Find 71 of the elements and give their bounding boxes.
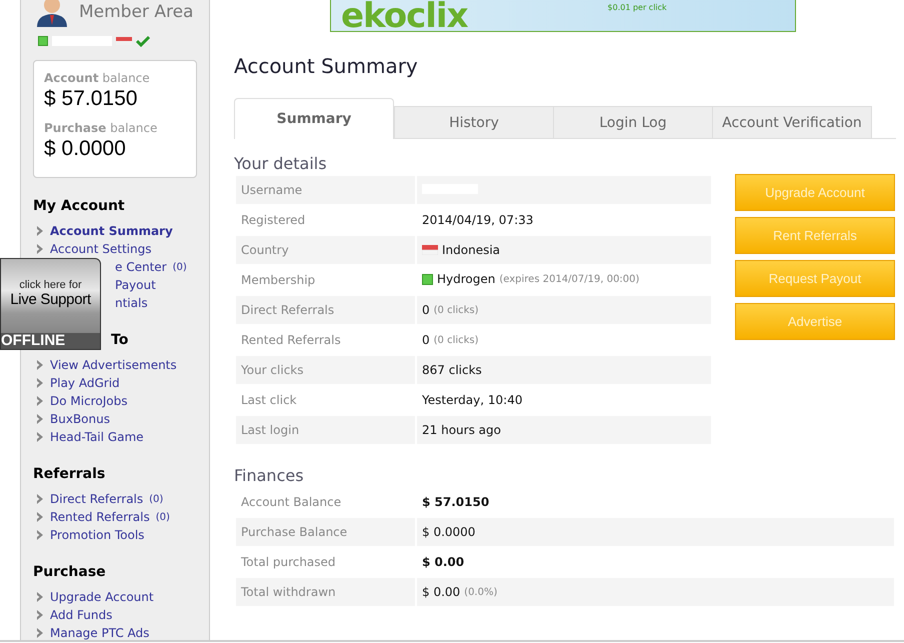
- sidebar-link[interactable]: Account Settings: [50, 242, 152, 256]
- field-value: $ 0.00: [422, 555, 464, 569]
- section-heading: Purchase: [33, 564, 107, 582]
- membership-icon: [422, 274, 433, 285]
- field-label: Your clicks: [236, 356, 415, 384]
- field-note: (0 clicks): [434, 334, 479, 346]
- sidebar-title: Member Area: [79, 2, 194, 22]
- sidebar-link[interactable]: Do MicroJobs: [50, 394, 128, 408]
- balance-label: Account balance: [44, 71, 151, 85]
- tab[interactable]: History: [394, 106, 554, 138]
- field-label: Registered: [240, 212, 306, 229]
- sidebar-link[interactable]: ntials: [115, 296, 148, 310]
- field-label: Purchase Balance: [236, 518, 415, 546]
- field-label: Last login: [236, 416, 415, 444]
- sidebar-link[interactable]: e Center: [115, 260, 167, 274]
- field-value: $ 0.0000: [422, 525, 476, 539]
- field-label: Account Balance: [240, 494, 342, 511]
- sidebar-link[interactable]: Play AdGrid: [50, 376, 120, 390]
- field-note: (0 clicks): [434, 304, 479, 316]
- field-label: Total purchased: [240, 554, 337, 571]
- checkmark-icon: [136, 35, 150, 47]
- field-note: (expires 2014/07/19, 00:00): [499, 274, 640, 285]
- section-heading: Finances: [234, 466, 305, 486]
- sidebar-link[interactable]: Manage PTC Ads: [50, 626, 150, 640]
- balance-amount: $ 57.0150: [44, 87, 138, 111]
- field-note: (0.0%): [464, 586, 498, 598]
- sidebar-link[interactable]: Head-Tail Game: [50, 430, 144, 444]
- field-value: 21 hours ago: [422, 423, 501, 437]
- field-value: $ 57.0150: [422, 495, 490, 509]
- field-value: Hydrogen: [437, 272, 496, 286]
- link-count: (0): [149, 494, 164, 504]
- field-label: Direct Referrals: [236, 296, 415, 324]
- sidebar-link[interactable]: Rented Referrals: [50, 510, 150, 524]
- field-value: 0: [422, 303, 430, 317]
- link-count: (0): [172, 262, 187, 272]
- user-avatar-icon: [35, 0, 69, 27]
- balance-amount: $ 0.0000: [44, 137, 127, 161]
- sidebar-link[interactable]: Account Summary: [50, 224, 173, 238]
- sidebar-link[interactable]: BuxBonus: [50, 412, 110, 426]
- field-value: Indonesia: [442, 242, 500, 256]
- banner-tagline: $0.01 per click: [608, 3, 667, 12]
- field-label: Country: [236, 236, 415, 264]
- field-value: $ 0.00: [422, 585, 460, 599]
- field-value: 2014/04/19, 07:33: [422, 213, 534, 227]
- field-label: Last click: [240, 392, 298, 409]
- flag-icon: [422, 244, 438, 254]
- section-heading: Your details: [234, 154, 328, 174]
- sidebar-link[interactable]: Direct Referrals: [50, 492, 144, 506]
- section-heading: Referrals: [33, 466, 106, 484]
- field-label: Rented Referrals: [240, 332, 342, 349]
- sidebar-link[interactable]: View Advertisements: [50, 358, 177, 372]
- tab[interactable]: Login Log: [553, 106, 713, 138]
- field-label: Total withdrawn: [236, 578, 415, 606]
- sidebar-link[interactable]: Payout: [115, 278, 156, 292]
- field-label: Username: [236, 176, 415, 204]
- balance-label: Purchase balance: [44, 121, 158, 135]
- tab[interactable]: Summary: [234, 98, 394, 139]
- membership-icon: [38, 36, 48, 46]
- sidebar-link[interactable]: Promotion Tools: [50, 528, 144, 542]
- live-support-button[interactable]: click here for Live Support OFFLINE: [0, 258, 101, 350]
- sidebar-link[interactable]: Add Funds: [50, 608, 112, 622]
- field-label: Membership: [240, 272, 316, 289]
- page-title: Account Summary: [234, 54, 419, 78]
- banner-logo: ekoclix: [341, 1, 468, 31]
- section-heading: My Account: [33, 198, 126, 216]
- sidebar-link[interactable]: Upgrade Account: [50, 590, 154, 604]
- field-value: 867 clicks: [422, 363, 482, 377]
- tab[interactable]: Account Verification: [712, 106, 872, 138]
- field-value: 0: [422, 333, 430, 347]
- link-count: (0): [156, 512, 170, 522]
- field-value: Yesterday, 10:40: [422, 393, 522, 407]
